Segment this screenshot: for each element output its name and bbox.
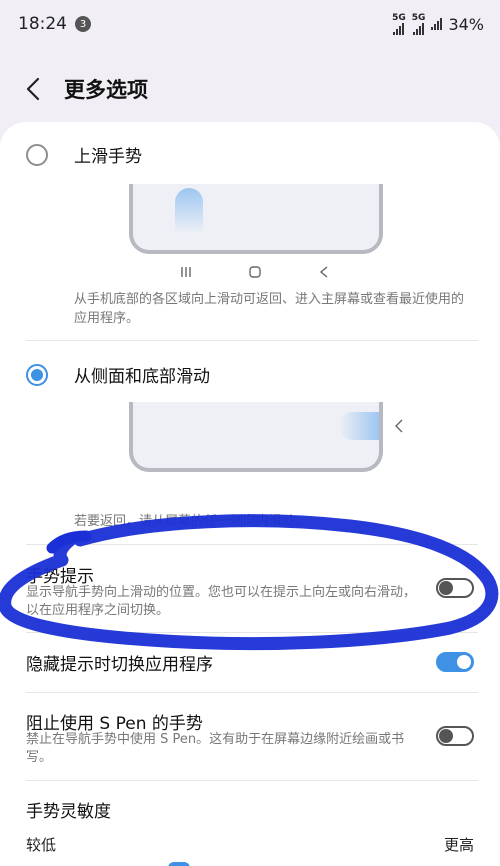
divider	[26, 340, 478, 341]
radio-side-bottom[interactable]	[26, 363, 48, 386]
radio-swipe-up[interactable]	[26, 143, 48, 166]
switch-apps-hidden-title: 隐藏提示时切换应用程序	[26, 655, 213, 675]
divider	[26, 780, 478, 781]
gesture-sensitivity-title: 手势灵敏度	[26, 802, 111, 822]
option-swipe-up[interactable]: 上滑手势	[26, 142, 142, 167]
status-bar: 18:24 3 5G 5G 34%	[0, 0, 500, 48]
back-arrow-icon[interactable]	[22, 74, 44, 104]
gesture-hint-toggle[interactable]	[436, 578, 474, 598]
side-back-arrow-icon	[394, 418, 404, 437]
side-swipe-hint-icon	[339, 412, 379, 440]
gesture-hint-description: 显示导航手势向上滑动的位置。您也可以在提示上向左或向右滑动，以在应用程序之间切换…	[26, 585, 417, 618]
block-spen-toggle[interactable]	[436, 726, 474, 746]
battery-percentage: 34%	[448, 14, 484, 34]
switch-apps-hidden-toggle[interactable]	[436, 652, 474, 672]
divider	[26, 544, 478, 545]
options-card: 上滑手势 从手机底部的各区域向上滑动可返回、进入主屏幕或查看最近使用的应用程序。…	[0, 122, 500, 866]
sensitivity-slider-thumb[interactable]	[168, 862, 190, 866]
block-spen-description: 禁止在导航手势中使用 S Pen。这有助于在屏幕边缘附近绘画或书写。	[26, 732, 405, 765]
side-bottom-illustration	[129, 402, 383, 472]
option-side-bottom[interactable]: 从侧面和底部滑动	[26, 362, 210, 387]
option-swipe-up-label: 上滑手势	[74, 147, 142, 167]
sim2-signal-icon: 5G	[411, 12, 426, 35]
option-swipe-up-description: 从手机底部的各区域向上滑动可返回、进入主屏幕或查看最近使用的应用程序。	[74, 292, 465, 326]
notification-count-badge: 3	[75, 16, 91, 32]
back-nav-icon	[318, 264, 330, 282]
sensitivity-high-label: 更高	[443, 836, 474, 854]
recents-icon	[180, 264, 192, 282]
option-side-bottom-label: 从侧面和底部滑动	[74, 367, 210, 387]
page-header: 更多选项	[0, 64, 500, 114]
wifi-signal-icon	[431, 18, 443, 30]
swipe-up-hint-icon	[175, 188, 203, 234]
sim2-network-label: 5G	[411, 12, 426, 23]
divider	[26, 632, 478, 633]
status-time: 18:24	[18, 14, 67, 34]
sensitivity-low-label: 较低	[26, 836, 57, 854]
page-title: 更多选项	[64, 78, 148, 102]
swipe-up-illustration	[129, 184, 383, 254]
option-side-bottom-description: 若要返回，请从屏幕的任一侧向内滑动。	[74, 514, 309, 529]
sim1-signal-icon: 5G	[392, 12, 406, 35]
nav-keys	[180, 264, 330, 282]
status-left: 18:24 3	[18, 14, 91, 34]
sim1-network-label: 5G	[392, 12, 406, 23]
divider	[26, 692, 478, 693]
home-icon	[249, 264, 261, 282]
status-right: 5G 5G 34%	[392, 12, 484, 35]
